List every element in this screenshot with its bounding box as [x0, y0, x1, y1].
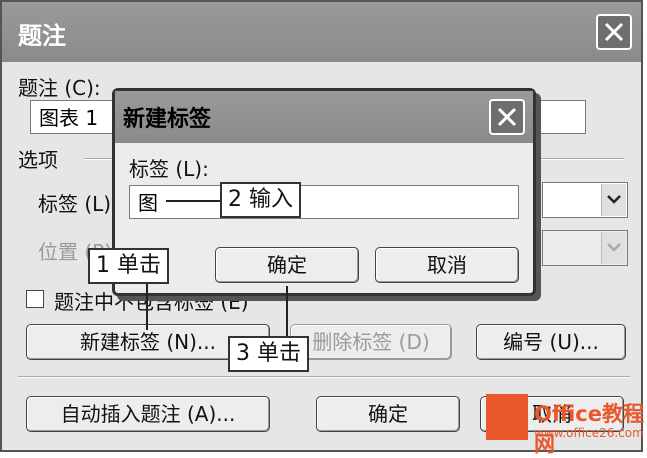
callout-3-leader [286, 286, 288, 338]
new-label-dialog: 新建标签 标签 (L): 图 确定 取消 [112, 88, 536, 296]
autocaption-button[interactable]: 自动插入题注 (A)... [26, 396, 270, 432]
callout-2-leader [166, 200, 222, 202]
caption-label: 题注 (C): [18, 76, 101, 100]
caption-dialog-title: 题注 [18, 22, 66, 50]
callout-1-leader [146, 282, 148, 330]
exclude-label-checkbox[interactable] [26, 290, 44, 308]
new-label-close-button[interactable] [489, 99, 525, 135]
ok-button[interactable]: 确定 [316, 396, 460, 432]
delete-label-button[interactable]: 删除标签 (D) [290, 324, 452, 360]
position-select[interactable] [542, 230, 628, 266]
chevron-down-icon [607, 195, 621, 204]
callout-step-2: 2 输入 [220, 182, 301, 218]
new-label-input[interactable]: 图 [129, 185, 519, 219]
close-icon [497, 107, 517, 127]
options-group-label: 选项 [18, 148, 58, 172]
office-logo-icon [486, 394, 528, 440]
callout-step-1: 1 单击 [88, 248, 169, 284]
new-label-field-label: 标签 (L): [129, 157, 209, 181]
new-label-titlebar: 新建标签 [115, 91, 533, 143]
position-select-dropdown[interactable] [601, 232, 626, 264]
new-label-ok-button[interactable]: 确定 [215, 247, 359, 283]
bottom-divider [18, 376, 630, 378]
numbering-button[interactable]: 编号 (U)... [476, 324, 626, 360]
watermark-url: www.office26.com [534, 426, 644, 440]
close-icon [604, 22, 624, 42]
label-select[interactable] [542, 182, 628, 218]
label-select-dropdown[interactable] [601, 184, 626, 216]
new-label-cancel-button[interactable]: 取消 [375, 247, 519, 283]
caption-dialog-titlebar: 题注 [2, 2, 641, 62]
new-label-title: 新建标签 [123, 107, 212, 132]
chevron-down-icon [607, 243, 621, 252]
close-button[interactable] [596, 14, 632, 50]
watermark-logo: Office教程网 www.office26.com [486, 394, 646, 456]
callout-step-3: 3 单击 [228, 336, 309, 372]
label-field-label: 标签 (L) [38, 192, 112, 216]
